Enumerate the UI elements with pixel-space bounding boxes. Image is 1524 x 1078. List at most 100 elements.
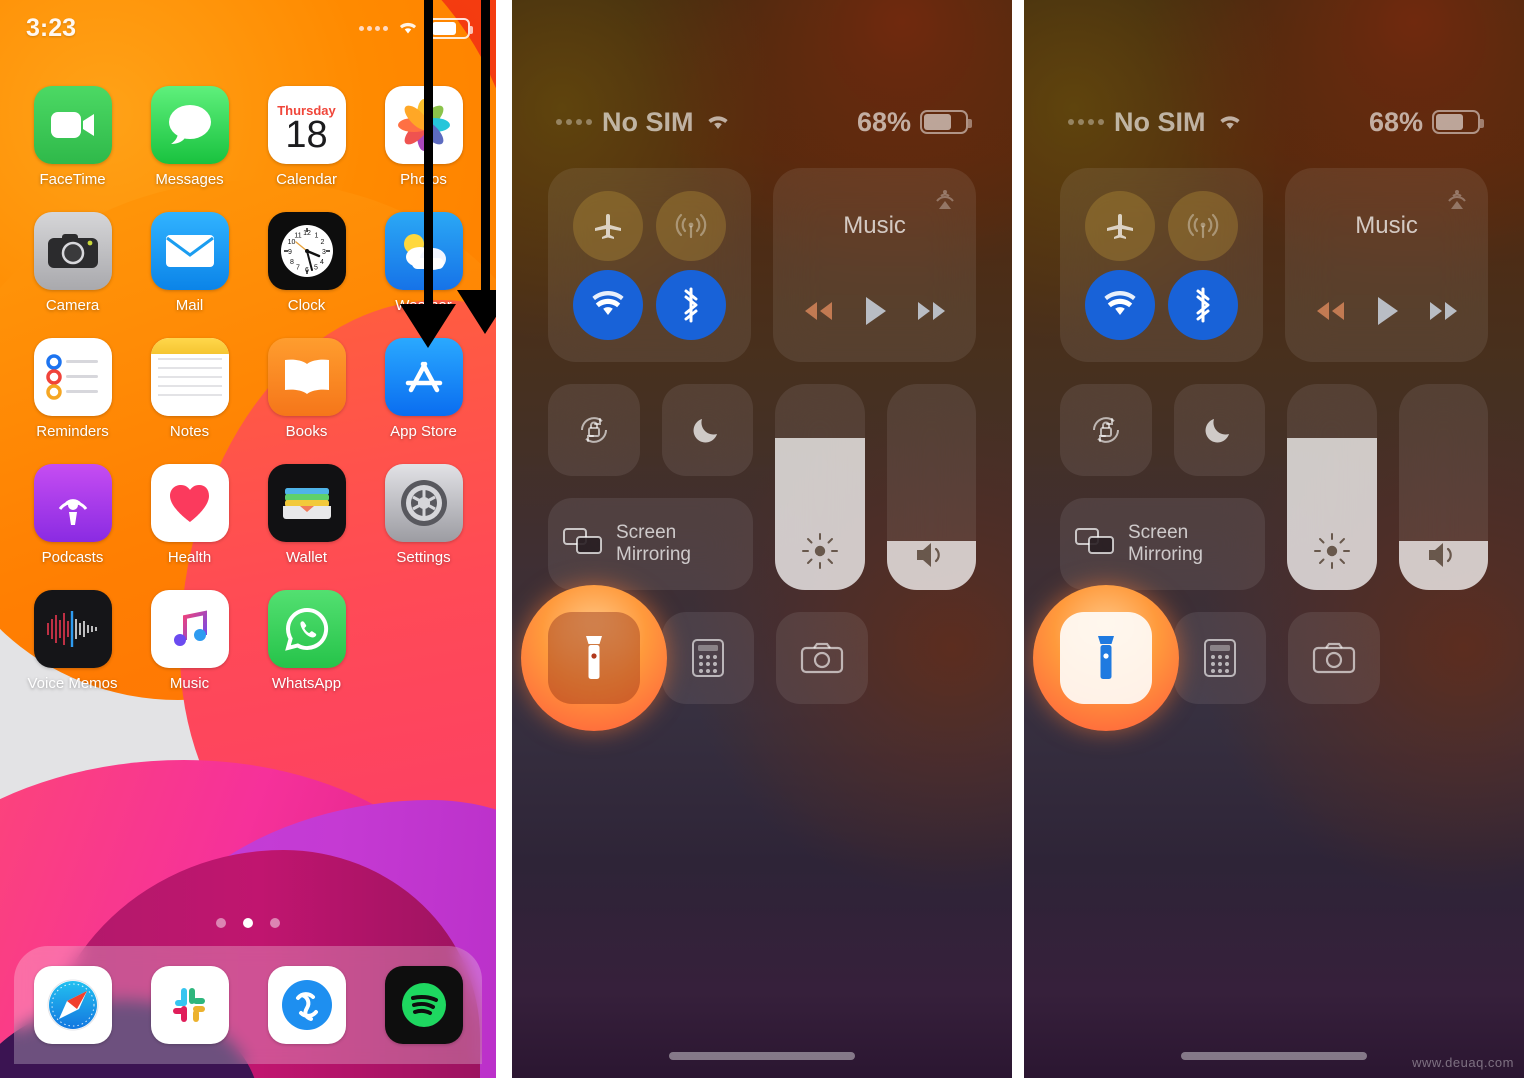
airplane-mode-toggle[interactable]	[1084, 190, 1155, 261]
status-bar-right-cluster: 68%	[857, 107, 972, 138]
volume-slider[interactable]	[886, 384, 976, 590]
control-center-grid: Music Screen Mirroring	[521, 168, 976, 731]
page-indicator-dots[interactable]	[0, 918, 496, 928]
bluetooth-toggle[interactable]	[1168, 269, 1239, 340]
app-books[interactable]: Books	[248, 338, 365, 440]
flashlight-toggle[interactable]	[548, 612, 640, 704]
app-label: Calendar	[276, 171, 337, 188]
app-label: Camera	[45, 297, 100, 314]
slack-icon[interactable]	[150, 966, 229, 1044]
safari-icon[interactable]	[33, 966, 112, 1044]
app-clock[interactable]: 12 3 6 9 12 45 7 8 10 11 Clock	[248, 212, 365, 314]
status-bar-left-cluster: No SIM	[1068, 107, 1244, 138]
status-bar-left-cluster: No SIM	[556, 107, 732, 138]
page-dot-2-active[interactable]	[243, 918, 253, 928]
airplay-icon[interactable]	[930, 182, 960, 217]
app-label: WhatsApp	[271, 675, 342, 692]
iphone-home-screen-panel: 3:23 FaceTime Messages Thursday 18 Calen…	[0, 0, 496, 1078]
screen-mirroring-button[interactable]: Screen Mirroring	[548, 498, 753, 590]
cellular-data-toggle[interactable]	[656, 190, 727, 261]
books-icon	[267, 338, 346, 416]
airplane-mode-toggle[interactable]	[572, 190, 643, 261]
wifi-toggle[interactable]	[1084, 269, 1155, 340]
app-whatsapp[interactable]: WhatsApp	[248, 590, 365, 692]
health-icon	[150, 464, 229, 542]
music-icon	[150, 590, 229, 668]
svg-text:3: 3	[322, 249, 326, 256]
play-icon[interactable]	[862, 295, 888, 332]
svg-text:4: 4	[320, 259, 324, 266]
control-center-row-2: Screen Mirroring	[548, 384, 976, 590]
play-icon[interactable]	[1374, 295, 1400, 332]
bluetooth-toggle[interactable]	[656, 269, 727, 340]
app-mail[interactable]: Mail	[131, 212, 248, 314]
calculator-toggle[interactable]	[662, 612, 754, 704]
home-dock	[14, 946, 482, 1064]
page-dot-1[interactable]	[216, 918, 226, 928]
airplay-icon[interactable]	[1442, 182, 1472, 217]
brightness-slider[interactable]	[1287, 384, 1377, 590]
battery-percent-label: 68%	[1368, 106, 1423, 137]
cellular-data-toggle[interactable]	[1168, 190, 1239, 261]
status-bar-right-cluster	[359, 17, 473, 39]
volume-slider[interactable]	[1398, 384, 1488, 590]
app-label: Books	[285, 423, 328, 440]
home-indicator[interactable]	[1181, 1052, 1367, 1060]
spotify-icon[interactable]	[384, 966, 463, 1044]
whatsapp-icon	[267, 590, 346, 668]
notes-icon	[150, 338, 229, 416]
music-card[interactable]: Music	[1285, 168, 1488, 362]
app-label: Reminders	[36, 423, 109, 440]
fastforward-icon[interactable]	[915, 300, 949, 327]
app-podcasts[interactable]: Podcasts	[14, 464, 131, 566]
svg-text:6: 6	[305, 267, 309, 274]
app-notes[interactable]: Notes	[131, 338, 248, 440]
app-music[interactable]: Music	[131, 590, 248, 692]
flashlight-highlight-spotlight	[1033, 585, 1179, 731]
brightness-slider[interactable]	[775, 384, 865, 590]
control-center-grid: Music Screen Mirroring	[1033, 168, 1488, 731]
music-card[interactable]: Music	[773, 168, 976, 362]
battery-icon	[1432, 110, 1484, 134]
app-settings[interactable]: Settings	[365, 464, 482, 566]
app-messages[interactable]: Messages	[131, 86, 248, 188]
screen-mirroring-button[interactable]: Screen Mirroring	[1060, 498, 1265, 590]
settings-icon	[384, 464, 463, 542]
wifi-toggle[interactable]	[572, 269, 643, 340]
app-camera[interactable]: Camera	[14, 212, 131, 314]
do-not-disturb-toggle[interactable]	[1173, 384, 1265, 476]
app-appstore[interactable]: App Store	[365, 338, 482, 440]
home-indicator[interactable]	[669, 1052, 855, 1060]
app-reminders[interactable]: Reminders	[14, 338, 131, 440]
camera-toggle[interactable]	[776, 612, 868, 704]
app-facetime[interactable]: FaceTime	[14, 86, 131, 188]
app-calendar[interactable]: Thursday 18 Calendar	[248, 86, 365, 188]
shazam-icon[interactable]	[267, 966, 346, 1044]
rewind-icon[interactable]	[801, 300, 835, 327]
app-wallet[interactable]: Wallet	[248, 464, 365, 566]
control-center-status-bar: No SIM 68%	[512, 100, 1012, 144]
music-controls	[773, 295, 976, 332]
app-label: Podcasts	[41, 549, 104, 566]
camera-toggle[interactable]	[1288, 612, 1380, 704]
screen-mirroring-icon	[562, 525, 604, 563]
control-center-row-1: Music	[1060, 168, 1488, 362]
app-voicememos[interactable]: Voice Memos	[14, 590, 131, 692]
app-label: Notes	[169, 423, 210, 440]
flashlight-toggle[interactable]	[1060, 612, 1152, 704]
watermark: www.deuaq.com	[1412, 1055, 1514, 1070]
square-toggle-row	[548, 384, 753, 476]
rotation-lock-toggle[interactable]	[1060, 384, 1152, 476]
app-health[interactable]: Health	[131, 464, 248, 566]
rotation-lock-toggle[interactable]	[548, 384, 640, 476]
rewind-icon[interactable]	[1313, 300, 1347, 327]
wallet-icon	[267, 464, 346, 542]
app-label: FaceTime	[39, 171, 106, 188]
wifi-icon	[396, 18, 420, 39]
wifi-icon	[1216, 107, 1244, 138]
calculator-toggle[interactable]	[1174, 612, 1266, 704]
page-dot-3[interactable]	[270, 918, 280, 928]
flashlight-highlight-spotlight	[521, 585, 667, 731]
do-not-disturb-toggle[interactable]	[661, 384, 753, 476]
fastforward-icon[interactable]	[1427, 300, 1461, 327]
